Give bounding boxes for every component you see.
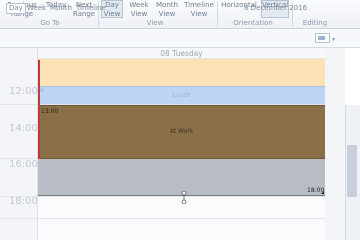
resize-handle-icon[interactable]	[181, 189, 187, 205]
view-group-label: View	[146, 19, 164, 27]
editing-group-label: Editing	[302, 19, 328, 27]
tab-month[interactable]: Month	[50, 4, 72, 12]
tab-week[interactable]: Week	[27, 4, 46, 12]
timeline-view-button[interactable]: Timeline View	[184, 1, 214, 18]
scrollbar-track	[345, 48, 360, 105]
tab-timeline[interactable]: Timeline	[76, 4, 106, 12]
lunch-label: Lunch	[172, 92, 191, 99]
lunch-appointment[interactable]: ⟳ Lunch	[38, 86, 325, 104]
month-view-button[interactable]: Month View	[155, 1, 179, 18]
time-ruler	[0, 48, 38, 240]
morning-appointment[interactable]	[38, 59, 325, 86]
calendar-picker-button[interactable]	[315, 33, 330, 43]
at-work-label: At Work	[169, 128, 194, 135]
day-header: 08 Tuesday	[38, 48, 325, 59]
chevron-down-icon[interactable]: ▾	[332, 36, 335, 43]
ribbon-separator	[217, 1, 218, 27]
time-label: 16:00	[9, 159, 38, 170]
at-work-start-time: 13:00	[41, 108, 59, 115]
calendar-icon	[318, 36, 325, 40]
time-label: 12:00	[9, 86, 38, 97]
date-display: 8 December 2016	[244, 4, 308, 12]
scrollbar-thumb[interactable]	[347, 145, 357, 197]
status-bar	[38, 60, 40, 159]
time-label: 18:00	[9, 196, 38, 207]
at-work-appointment[interactable]: 13:00 At Work	[38, 105, 325, 159]
goto-group-label: Go To	[40, 19, 60, 27]
hour-line	[0, 196, 325, 197]
resize-corner-icon[interactable]	[321, 191, 324, 194]
week-view-button[interactable]: Week View	[128, 1, 150, 18]
time-label: 14:00	[9, 123, 38, 134]
tab-day[interactable]: Day	[6, 3, 26, 14]
hour-line	[0, 218, 325, 219]
view-tabs-bar	[0, 30, 360, 48]
orientation-group-label: Orientation	[233, 19, 273, 27]
